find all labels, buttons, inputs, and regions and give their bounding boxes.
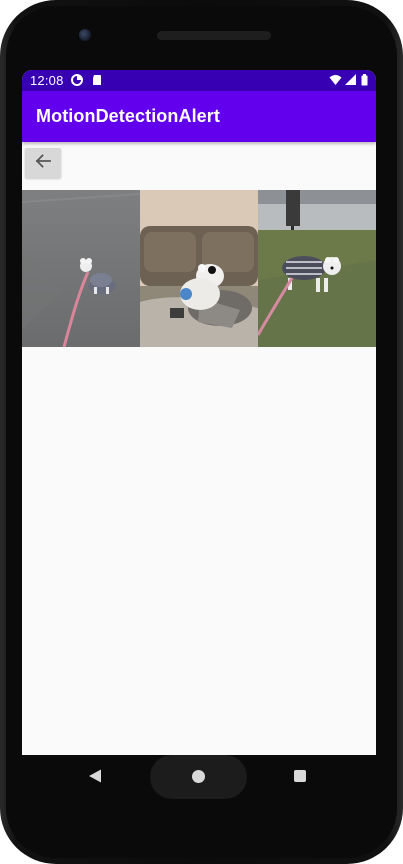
nav-home-icon[interactable] <box>192 770 205 783</box>
photo-gallery <box>22 190 376 347</box>
data-saver-icon <box>71 74 83 86</box>
wifi-icon <box>329 74 342 86</box>
nav-back-icon[interactable] <box>88 769 102 788</box>
photo-dog-on-green-ground[interactable] <box>258 190 376 347</box>
arrow-back-icon <box>34 152 52 175</box>
app-title: MotionDetectionAlert <box>36 106 220 126</box>
battery-icon <box>361 74 373 86</box>
cell-signal-icon <box>345 74 357 86</box>
earpiece-speaker <box>157 31 271 40</box>
app-screen: 12:08 MotionDetectionAlert <box>22 70 376 755</box>
status-bar: 12:08 <box>22 70 376 91</box>
status-time: 12:08 <box>30 73 64 88</box>
back-button[interactable] <box>25 148 61 178</box>
sd-card-icon <box>91 74 103 86</box>
system-nav-bar <box>0 755 403 805</box>
phone-frame: 12:08 MotionDetectionAlert <box>0 0 403 864</box>
app-bar: MotionDetectionAlert <box>22 91 376 142</box>
nav-recent-icon[interactable] <box>294 770 306 782</box>
photo-dog-walking-on-asphalt[interactable] <box>22 190 140 347</box>
front-camera <box>79 29 91 41</box>
photo-dog-on-sofa[interactable] <box>140 190 258 347</box>
